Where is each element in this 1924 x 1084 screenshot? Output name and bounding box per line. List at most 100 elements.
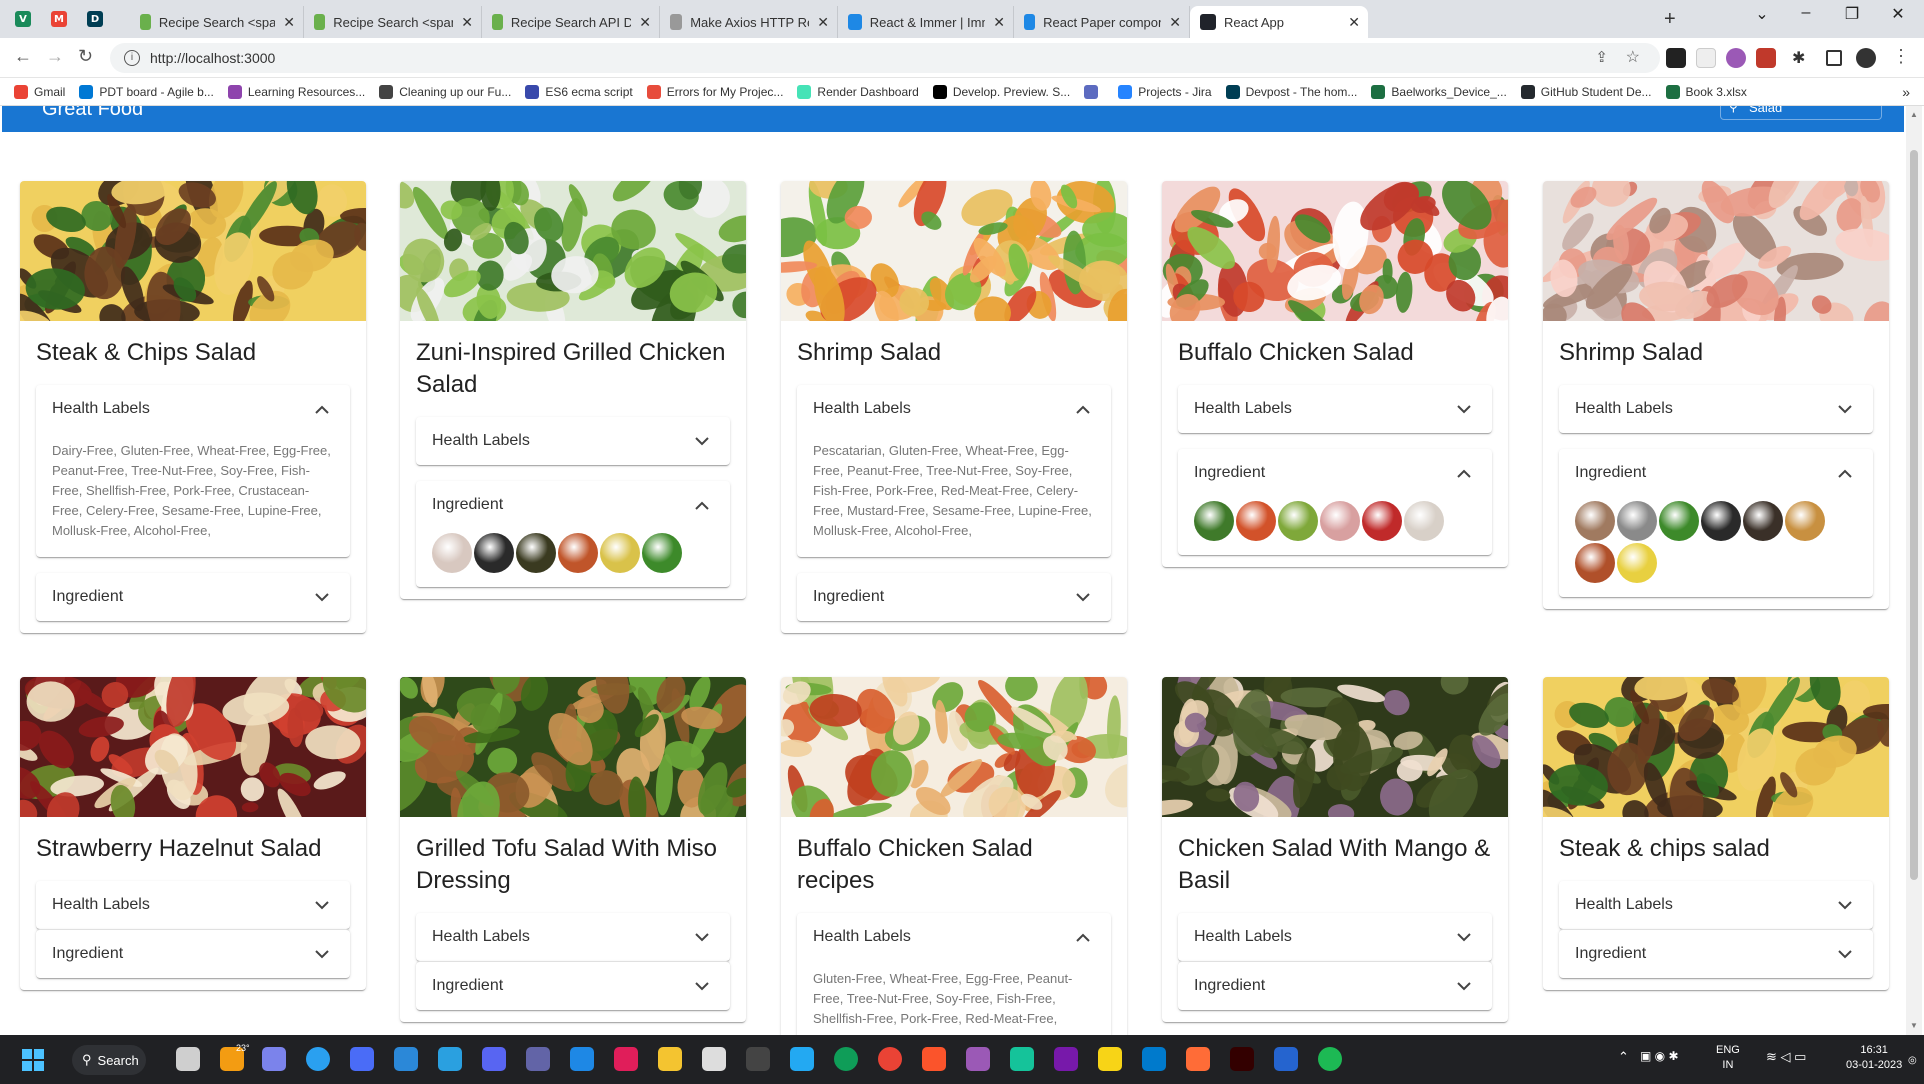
- bookmark-item[interactable]: ES6 ecma script: [525, 84, 633, 99]
- bookmark-item[interactable]: [1084, 84, 1104, 99]
- tray-apps-icon[interactable]: ▣ ◉ ✱: [1640, 1049, 1679, 1064]
- bookmarks-overflow-icon[interactable]: »: [1902, 84, 1910, 100]
- browser-tab[interactable]: React App ✕: [1190, 6, 1368, 38]
- maximize-button[interactable]: ❐: [1832, 4, 1872, 24]
- language-indicator[interactable]: ENG IN: [1716, 1043, 1740, 1073]
- edge-icon[interactable]: [834, 1047, 858, 1071]
- bookmark-item[interactable]: PDT board - Agile b...: [79, 84, 214, 99]
- menu-kebab-icon[interactable]: ⋮: [1892, 46, 1910, 67]
- ingredient-toggle[interactable]: Ingredient: [1559, 449, 1873, 497]
- mail-icon[interactable]: [394, 1047, 418, 1071]
- ingredient-toggle[interactable]: Ingredient: [416, 962, 730, 1010]
- health-labels-toggle[interactable]: Health Labels: [416, 913, 730, 961]
- illustrator-icon[interactable]: [1230, 1047, 1254, 1071]
- bookmark-star-icon[interactable]: ☆: [1626, 47, 1640, 67]
- close-tab-icon[interactable]: ✕: [639, 14, 651, 30]
- health-labels-toggle[interactable]: Health Labels: [1559, 385, 1873, 433]
- ingredient-toggle[interactable]: Ingredient: [1178, 449, 1492, 497]
- bookmark-item[interactable]: Baelworks_Device_...: [1371, 84, 1507, 99]
- health-labels-toggle[interactable]: Health Labels: [1178, 385, 1492, 433]
- telegram-icon[interactable]: [438, 1047, 462, 1071]
- vscode-icon[interactable]: [1142, 1047, 1166, 1071]
- taskbar-search-button[interactable]: ⚲ Search: [72, 1045, 146, 1075]
- ingredient-toggle[interactable]: Ingredient: [1559, 930, 1873, 978]
- health-labels-toggle[interactable]: Health Labels: [36, 385, 350, 433]
- health-labels-toggle[interactable]: Health Labels: [1559, 881, 1873, 929]
- ingredient-thumbnail[interactable]: [1617, 543, 1657, 583]
- teams-chat-icon[interactable]: [262, 1047, 286, 1071]
- ingredient-thumbnail[interactable]: [1278, 501, 1318, 541]
- ingredient-thumbnail[interactable]: [432, 533, 472, 573]
- close-tab-icon[interactable]: ✕: [817, 14, 829, 30]
- bookmark-item[interactable]: Book 3.xlsx: [1665, 84, 1747, 99]
- browser-tab[interactable]: Recipe Search <span class=" ✕: [130, 6, 304, 38]
- page-scrollbar[interactable]: ▲ ▼: [1906, 106, 1922, 1035]
- health-labels-toggle[interactable]: Health Labels: [1178, 913, 1492, 961]
- affinity-icon[interactable]: [350, 1047, 374, 1071]
- close-tab-icon[interactable]: ✕: [1169, 14, 1181, 30]
- ingredient-thumbnail[interactable]: [1320, 501, 1360, 541]
- minimize-button[interactable]: –: [1786, 4, 1826, 22]
- close-tab-icon[interactable]: ✕: [283, 14, 295, 30]
- grammarly-icon[interactable]: [1010, 1047, 1034, 1071]
- new-tab-button[interactable]: +: [1664, 8, 1676, 31]
- site-info-icon[interactable]: i: [124, 50, 140, 66]
- health-labels-toggle[interactable]: Health Labels: [416, 417, 730, 465]
- health-labels-toggle[interactable]: Health Labels: [797, 913, 1111, 961]
- ingredient-thumbnail[interactable]: [600, 533, 640, 573]
- profile-avatar[interactable]: [1856, 48, 1876, 68]
- bookmark-item[interactable]: Devpost - The hom...: [1225, 84, 1357, 99]
- sticky-notes-icon[interactable]: [1098, 1047, 1122, 1071]
- ingredient-thumbnail[interactable]: [516, 533, 556, 573]
- clock[interactable]: 16:31 03-01-2023: [1846, 1043, 1902, 1073]
- media-player-icon[interactable]: [702, 1047, 726, 1071]
- ingredient-toggle[interactable]: Ingredient: [416, 481, 730, 529]
- postman-icon[interactable]: [1186, 1047, 1210, 1071]
- close-tab-icon[interactable]: ✕: [461, 14, 473, 30]
- bookmark-item[interactable]: Learning Resources...: [227, 84, 365, 99]
- ingredient-thumbnail[interactable]: [558, 533, 598, 573]
- bookmark-item[interactable]: Develop. Preview. S...: [932, 84, 1070, 99]
- spotify-icon[interactable]: [1318, 1047, 1342, 1071]
- maps-icon[interactable]: [570, 1047, 594, 1071]
- ingredient-thumbnail[interactable]: [1194, 501, 1234, 541]
- obs-icon[interactable]: [746, 1047, 770, 1071]
- ingredient-thumbnail[interactable]: [1701, 501, 1741, 541]
- ingredient-thumbnail[interactable]: [1659, 501, 1699, 541]
- onenote-icon[interactable]: [1054, 1047, 1078, 1071]
- extension-icon[interactable]: [1756, 48, 1776, 68]
- cortana-icon[interactable]: [306, 1047, 330, 1071]
- gradient-app-icon[interactable]: [966, 1047, 990, 1071]
- chrome-icon[interactable]: [878, 1047, 902, 1071]
- forward-button[interactable]: →: [46, 46, 64, 67]
- ingredient-thumbnail[interactable]: [1575, 501, 1615, 541]
- file-explorer-icon[interactable]: [658, 1047, 682, 1071]
- bookmark-item[interactable]: Errors for My Projec...: [646, 84, 783, 99]
- ingredient-thumbnail[interactable]: [1575, 543, 1615, 583]
- back-button[interactable]: ←: [14, 46, 32, 67]
- notification-icon[interactable]: ◎: [1908, 1053, 1917, 1068]
- tab-search-icon[interactable]: ⌄: [1742, 4, 1782, 24]
- browser-tab[interactable]: Recipe Search <span class=" ✕: [304, 6, 482, 38]
- ingredient-thumbnail[interactable]: [642, 533, 682, 573]
- scrollbar-thumb[interactable]: [1910, 150, 1918, 880]
- browser-tab[interactable]: Recipe Search API Demo by E ✕: [482, 6, 660, 38]
- ingredient-thumbnail[interactable]: [1362, 501, 1402, 541]
- search-input[interactable]: ⚲ Salad: [1720, 106, 1882, 120]
- pinned-tab[interactable]: V: [8, 6, 38, 32]
- bookmark-item[interactable]: Render Dashboard: [797, 84, 919, 99]
- puzzle-extensions-icon[interactable]: ✱: [1792, 48, 1812, 68]
- reload-button[interactable]: ↻: [78, 46, 93, 67]
- ingredient-thumbnail[interactable]: [1404, 501, 1444, 541]
- todo-icon[interactable]: [1274, 1047, 1298, 1071]
- ingredient-toggle[interactable]: Ingredient: [36, 930, 350, 978]
- health-labels-toggle[interactable]: Health Labels: [36, 881, 350, 929]
- ingredient-thumbnail[interactable]: [1785, 501, 1825, 541]
- ingredient-thumbnail[interactable]: [474, 533, 514, 573]
- close-tab-icon[interactable]: ✕: [1348, 14, 1360, 30]
- url-input[interactable]: i http://localhost:3000 ⇪ ☆: [110, 43, 1660, 73]
- bookmark-item[interactable]: Cleaning up our Fu...: [379, 84, 511, 99]
- bookmark-item[interactable]: GitHub Student De...: [1520, 84, 1652, 99]
- ingredient-toggle[interactable]: Ingredient: [797, 573, 1111, 621]
- close-window-button[interactable]: ✕: [1878, 4, 1918, 24]
